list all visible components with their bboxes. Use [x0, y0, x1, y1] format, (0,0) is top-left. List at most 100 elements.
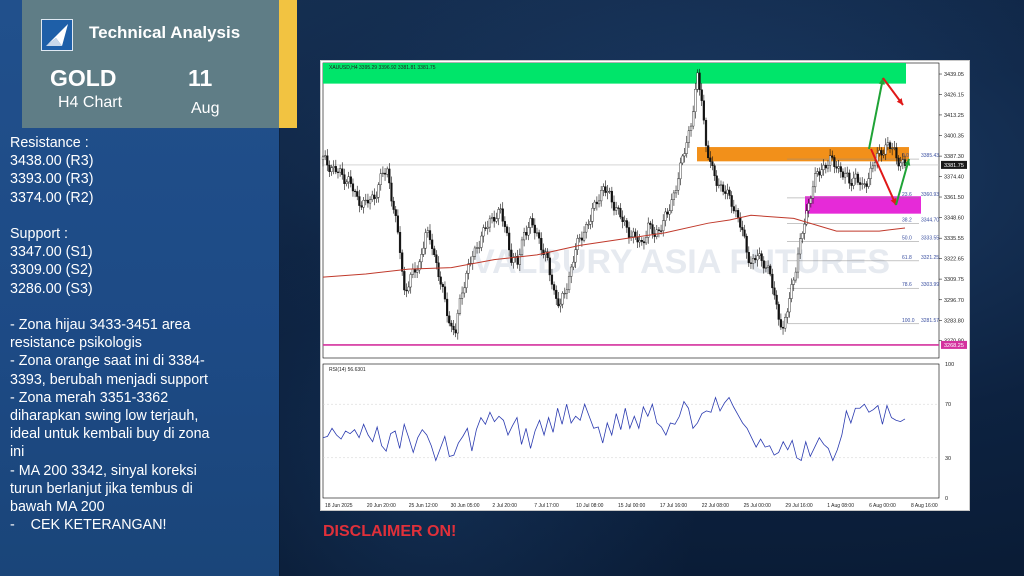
- fib-level-label: 23.6: [902, 192, 912, 198]
- candle-body: [826, 165, 830, 169]
- price-tick-label: 3361.50: [944, 195, 964, 201]
- candle-body: [484, 227, 487, 229]
- candle-body: [745, 235, 748, 253]
- candle-body: [713, 165, 716, 177]
- candle-body: [668, 210, 671, 215]
- time-tick-label: 15 Jul 00:00: [618, 503, 645, 509]
- candle-body: [580, 237, 584, 241]
- price-tick-label: 3426.15: [944, 92, 964, 98]
- candle-body: [781, 326, 785, 329]
- candle-body: [704, 120, 708, 146]
- candle-body: [538, 232, 541, 239]
- time-tick-label: 7 Jul 17:00: [534, 503, 559, 509]
- note-line: 3393, berubah menjadi support: [10, 371, 208, 388]
- price-tick-label: 3322.65: [944, 257, 964, 263]
- candle-body: [861, 183, 864, 185]
- candle-body: [843, 173, 847, 178]
- candle-body: [334, 166, 337, 173]
- candle-body: [775, 294, 778, 305]
- note-line: diharapkan swing low terjauh,: [10, 408, 199, 425]
- candle-body: [422, 247, 425, 255]
- candle-body: [869, 167, 872, 179]
- candle-body: [634, 231, 637, 237]
- time-tick-label: 1 Aug 08:00: [827, 503, 854, 509]
- note-line: 3438.00 (R3): [10, 153, 94, 170]
- candle-body: [326, 155, 329, 166]
- candle-body: [377, 184, 380, 198]
- candle-body: [540, 237, 543, 251]
- candle-body: [839, 166, 842, 172]
- candle-body: [865, 183, 868, 187]
- candle-body: [383, 172, 387, 175]
- candle-body: [336, 171, 340, 173]
- candle-body: [734, 210, 738, 212]
- fib-level-label: 50.0: [902, 235, 912, 241]
- candle-body: [863, 183, 866, 185]
- candle-body: [426, 230, 429, 233]
- symbol-info-label: XAUUSD,H4 3395.29 3396.92 3381.81 3381.7…: [329, 65, 436, 71]
- candle-body: [897, 157, 900, 167]
- candle-body: [576, 238, 579, 250]
- price-tick-label: 3374.40: [944, 175, 964, 181]
- candle-body: [749, 262, 753, 264]
- candle-body: [659, 230, 663, 232]
- candle-body: [777, 304, 780, 320]
- candle-body: [330, 167, 333, 172]
- rsi-tick-label: 100: [945, 362, 954, 368]
- candle-body: [666, 211, 669, 215]
- time-tick-label: 8 Aug 16:00: [911, 503, 938, 509]
- candle-body: [758, 253, 761, 257]
- candle-body: [456, 313, 459, 334]
- candle-body: [792, 279, 795, 285]
- candle-body: [709, 157, 712, 162]
- candle-body: [561, 292, 564, 305]
- candle-body: [600, 190, 603, 202]
- candle-body: [604, 186, 607, 193]
- time-tick-label: 25 Jun 12:00: [409, 503, 438, 509]
- candle-body: [730, 195, 733, 207]
- candle-body: [433, 248, 436, 256]
- candle-body: [848, 172, 851, 184]
- candle-body: [700, 89, 703, 101]
- candle-body: [610, 190, 613, 203]
- note-line: resistance psikologis: [10, 335, 142, 352]
- timeframe-label: H4 Chart: [58, 94, 123, 111]
- candle-body: [655, 229, 658, 237]
- candle-body: [360, 205, 363, 208]
- candle-body: [841, 171, 845, 178]
- candle-body: [903, 159, 907, 166]
- candle-body: [409, 274, 412, 288]
- candle-body: [803, 223, 806, 234]
- accent-bar: [279, 0, 297, 128]
- candle-body: [368, 199, 372, 204]
- analysis-notes: Resistance : 3438.00 (R3) 3393.00 (R3) 3374…: [10, 134, 272, 534]
- candle-body: [790, 284, 793, 299]
- candle-body: [854, 173, 857, 179]
- candle-body: [463, 287, 466, 294]
- candle-body: [623, 220, 626, 222]
- candle-body: [454, 329, 457, 334]
- candle-body: [719, 184, 723, 186]
- candle-body: [446, 298, 449, 317]
- candle-body: [779, 319, 782, 328]
- fib-price-label: 3333.55: [921, 235, 939, 241]
- candle-body: [508, 232, 511, 251]
- candle-body: [698, 72, 701, 90]
- candle-body: [799, 238, 802, 255]
- watermark-text: VALBURY ASIA FUTURES: [472, 243, 890, 281]
- candle-body: [807, 203, 810, 211]
- candle-body: [518, 254, 521, 265]
- candle-body: [794, 271, 797, 281]
- candle-body: [769, 265, 772, 275]
- note-line: 3309.00 (S2): [10, 262, 93, 279]
- rsi-plot-frame: [322, 363, 940, 499]
- candle-body: [411, 268, 414, 275]
- candle-body: [405, 289, 408, 292]
- candle-body: [366, 199, 370, 204]
- candle-body: [478, 247, 481, 249]
- candle-body: [612, 201, 616, 211]
- note-line: - CEK KETERANGAN!: [10, 517, 167, 534]
- fib-level-label: 61.8: [902, 255, 912, 261]
- candle-body: [664, 211, 667, 221]
- fib-level-label: 38.2: [902, 218, 912, 224]
